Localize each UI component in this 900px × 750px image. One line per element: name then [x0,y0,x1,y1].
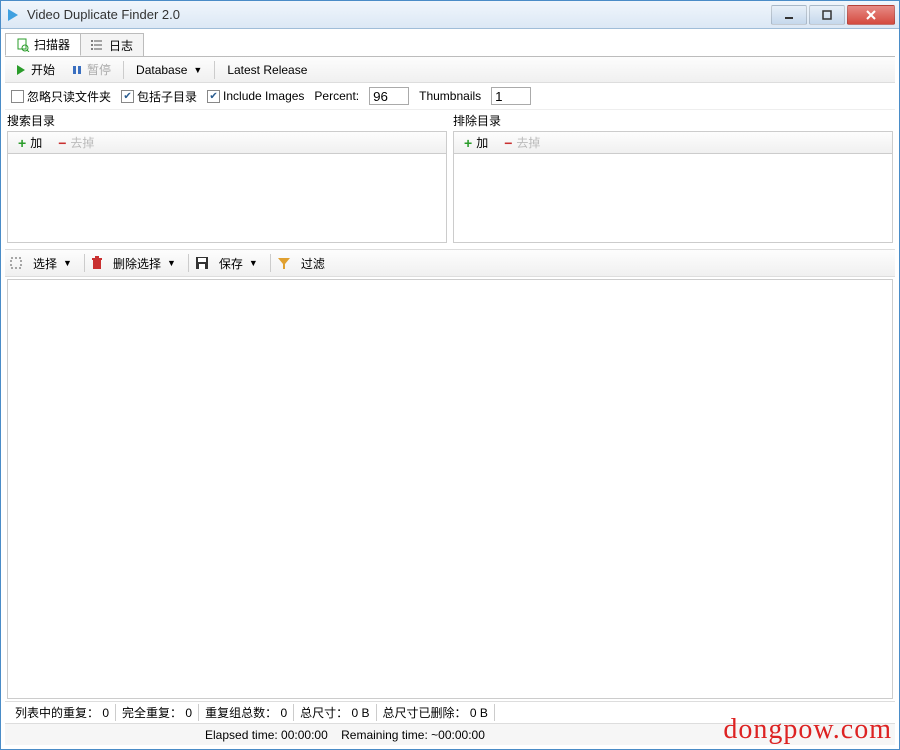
checkbox-checked-icon: ✔ [207,90,220,103]
exclude-dir-list[interactable] [453,153,893,243]
delete-selection-button[interactable]: 删除选择 ▼ [107,253,182,274]
delete-label: 删除选择 [113,255,161,272]
content-area: 扫描器 日志 开始 暂停 Database ▼ Latest [1,29,899,749]
elapsed-label: Elapsed time: [205,728,278,742]
latest-release-button[interactable]: Latest Release [221,61,313,79]
chevron-down-icon: ▼ [63,258,72,268]
pause-button: 暂停 [65,59,117,80]
search-dir-label: 搜索目录 [7,110,447,131]
remaining-label: Remaining time: [341,728,428,742]
time-bar: Elapsed time: 00:00:00 Remaining time: ~… [5,723,895,745]
include-images-checkbox[interactable]: ✔ Include Images [207,89,304,103]
results-list[interactable] [7,279,893,699]
checkbox-icon [11,90,24,103]
search-doc-icon [16,38,30,52]
database-label: Database [136,63,187,77]
remove-label: 去掉 [516,134,540,151]
percent-input[interactable] [369,87,409,105]
select-button[interactable]: 选择 ▼ [27,253,78,274]
search-dir-column: 搜索目录 +加 −去掉 [7,110,447,243]
filter-button[interactable]: 过滤 [295,253,331,274]
options-row: 忽略只读文件夹 ✔ 包括子目录 ✔ Include Images Percent… [5,83,895,110]
results-toolbar: 选择 ▼ 删除选择 ▼ 保存 ▼ 过滤 [5,249,895,277]
app-window: Video Duplicate Finder 2.0 扫描器 日志 开始 [0,0,900,750]
tab-scanner[interactable]: 扫描器 [5,33,81,56]
play-icon [15,64,27,76]
minimize-button[interactable] [771,5,807,25]
ignore-readonly-checkbox[interactable]: 忽略只读文件夹 [11,88,111,105]
add-label: 加 [476,134,488,151]
status-groups: 重复组总数： 0 [199,704,294,721]
save-label: 保存 [219,255,243,272]
add-label: 加 [30,134,42,151]
plus-icon: + [464,135,472,151]
remove-exclude-dir-button: −去掉 [498,132,546,153]
minus-icon: − [504,135,512,151]
tab-bar: 扫描器 日志 [5,33,895,57]
thumbnails-input[interactable] [491,87,531,105]
save-button[interactable]: 保存 ▼ [213,253,264,274]
separator [123,61,124,79]
plus-icon: + [18,135,26,151]
select-label: 选择 [33,255,57,272]
tab-log[interactable]: 日志 [80,33,144,56]
pause-icon [71,64,83,76]
maximize-button[interactable] [809,5,845,25]
separator [214,61,215,79]
list-icon [91,38,105,52]
window-title: Video Duplicate Finder 2.0 [27,7,771,22]
status-bar: 列表中的重复： 0 完全重复： 0 重复组总数： 0 总尺寸： 0 B 总尺寸已… [5,701,895,723]
start-button[interactable]: 开始 [9,59,61,80]
separator [270,254,271,272]
add-search-dir-button[interactable]: +加 [12,132,48,153]
pause-label: 暂停 [87,61,111,78]
search-dir-list[interactable] [7,153,447,243]
latest-label: Latest Release [227,63,307,77]
save-icon [195,256,209,270]
search-dir-toolbar: +加 −去掉 [7,131,447,153]
directory-columns: 搜索目录 +加 −去掉 排除目录 +加 −去掉 [5,110,895,243]
elapsed-value: 00:00:00 [281,728,328,742]
filter-label: 过滤 [301,255,325,272]
add-exclude-dir-button[interactable]: +加 [458,132,494,153]
checkbox-checked-icon: ✔ [121,90,134,103]
status-total-size: 总尺寸： 0 B [294,704,376,721]
start-label: 开始 [31,61,55,78]
chevron-down-icon: ▼ [249,258,258,268]
status-list-dup: 列表中的重复： 0 [9,704,116,721]
remove-label: 去掉 [70,134,94,151]
percent-label: Percent: [314,89,359,103]
status-deleted-size: 总尺寸已删除： 0 B [377,704,495,721]
app-icon [5,7,21,23]
selection-icon [9,256,23,270]
chevron-down-icon: ▼ [167,258,176,268]
minus-icon: − [58,135,66,151]
remove-search-dir-button: −去掉 [52,132,100,153]
ignore-readonly-label: 忽略只读文件夹 [27,88,111,105]
status-full-dup: 完全重复： 0 [116,704,199,721]
exclude-dir-column: 排除目录 +加 −去掉 [453,110,893,243]
trash-icon [91,256,103,270]
main-toolbar: 开始 暂停 Database ▼ Latest Release [5,57,895,83]
chevron-down-icon: ▼ [193,65,202,75]
separator [188,254,189,272]
thumbnails-label: Thumbnails [419,89,481,103]
separator [84,254,85,272]
database-button[interactable]: Database ▼ [130,61,208,79]
include-images-label: Include Images [223,89,304,103]
window-controls [771,5,895,25]
close-button[interactable] [847,5,895,25]
filter-icon [277,256,291,270]
include-sub-label: 包括子目录 [137,88,197,105]
tab-scanner-label: 扫描器 [34,36,70,53]
exclude-dir-label: 排除目录 [453,110,893,131]
include-sub-checkbox[interactable]: ✔ 包括子目录 [121,88,197,105]
titlebar[interactable]: Video Duplicate Finder 2.0 [1,1,899,29]
exclude-dir-toolbar: +加 −去掉 [453,131,893,153]
remaining-value: ~00:00:00 [431,728,485,742]
tab-log-label: 日志 [109,37,133,54]
